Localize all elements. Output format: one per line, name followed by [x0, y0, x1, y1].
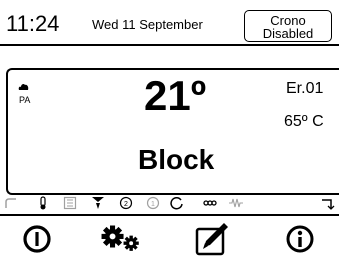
thermometer-icon: [40, 196, 46, 210]
chain-icon: [203, 200, 217, 206]
flame-icon: [18, 78, 29, 96]
divider: [0, 214, 339, 216]
current-date: Wed 11 September: [92, 17, 203, 32]
status-text: Block: [138, 144, 215, 175]
settings-button[interactable]: [99, 218, 143, 260]
pump-2-icon: 2: [119, 196, 133, 210]
edit-pencil-icon: [195, 223, 228, 256]
thermostat-screen: 11:24 Wed 11 September Crono Disabled PA…: [0, 0, 339, 262]
fan-icon: [92, 197, 104, 209]
crono-status-button[interactable]: Crono Disabled: [244, 10, 332, 42]
resistance-icon: [63, 196, 77, 210]
exit-arrow-icon: [322, 199, 335, 210]
svg-text:1: 1: [151, 201, 155, 208]
power-button[interactable]: [15, 218, 59, 260]
error-code: Er.01: [286, 80, 324, 97]
settings-gears-icon: [101, 225, 139, 251]
room-temperature: 21º: [144, 72, 207, 119]
water-temperature: 65º C: [284, 113, 324, 130]
edit-button[interactable]: [190, 218, 234, 260]
info-icon: [286, 225, 314, 253]
status-icon-strip: 2 1: [0, 194, 339, 213]
mode-label: PA: [19, 95, 31, 105]
top-bar: 11:24 Wed 11 September Crono Disabled: [0, 0, 339, 46]
cycle-icon: [170, 197, 183, 210]
heater-coil-icon: [229, 198, 243, 208]
auger-icon: [5, 198, 16, 208]
clock-time: 11:24: [6, 11, 60, 36]
power-icon: [23, 225, 51, 253]
pump-1-icon: 1: [146, 196, 160, 210]
svg-text:2: 2: [124, 201, 128, 208]
main-status-panel: PA 21º Er.01 65º C Block: [6, 68, 339, 195]
info-button[interactable]: [278, 218, 322, 260]
crono-state: Disabled: [262, 26, 314, 41]
